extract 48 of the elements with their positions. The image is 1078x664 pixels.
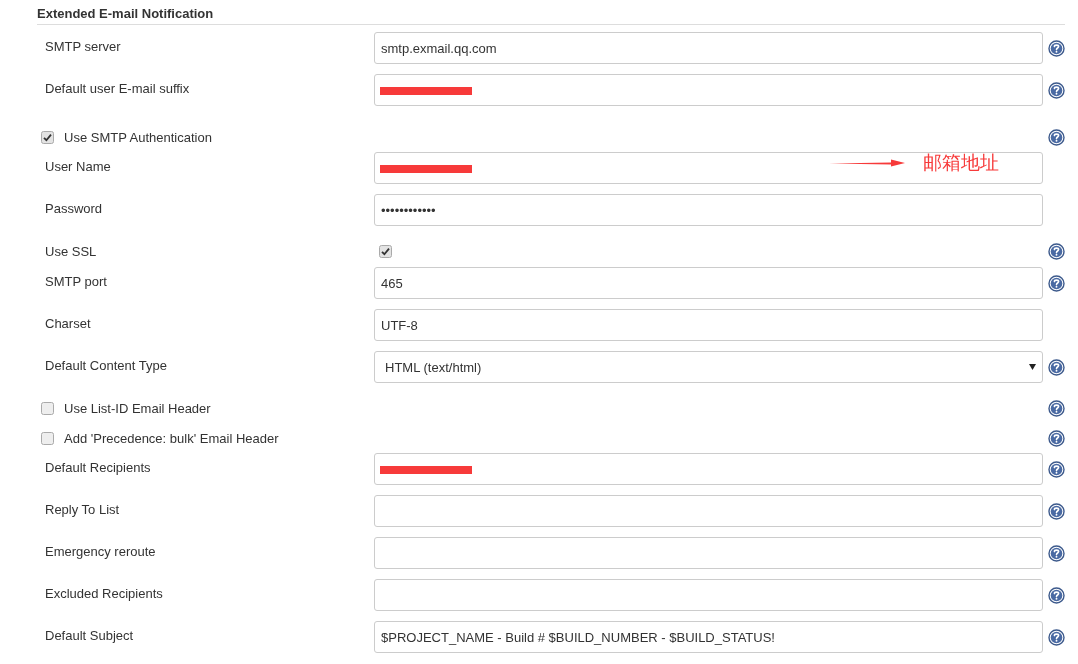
help-icon[interactable] xyxy=(1048,429,1065,447)
checkbox[interactable] xyxy=(41,130,54,144)
input-field[interactable] xyxy=(374,152,1043,184)
input-field[interactable] xyxy=(374,579,1043,611)
checkbox[interactable] xyxy=(41,431,54,445)
help-icon[interactable] xyxy=(1048,243,1065,260)
content-type-dropdown[interactable]: HTML (text/html) xyxy=(374,351,1043,383)
help-icon[interactable] xyxy=(1048,399,1065,417)
help-icon[interactable] xyxy=(1048,275,1065,292)
field-label: SMTP port xyxy=(45,273,107,289)
input-field[interactable] xyxy=(374,495,1043,527)
field-label: Excluded Recipients xyxy=(45,585,163,601)
section-title: Extended E-mail Notification xyxy=(37,5,214,23)
field-label: SMTP server xyxy=(45,38,121,54)
help-icon[interactable] xyxy=(1048,359,1065,376)
field-label: Default user E-mail suffix xyxy=(45,80,190,96)
field-label: Default Recipients xyxy=(45,459,151,475)
input-field[interactable] xyxy=(374,453,1043,485)
help-icon[interactable] xyxy=(1048,629,1065,646)
checkbox[interactable] xyxy=(41,401,54,415)
help-icon[interactable] xyxy=(1048,40,1065,57)
help-icon[interactable] xyxy=(1048,128,1065,146)
input-field[interactable]: $PROJECT_NAME - Build # $BUILD_NUMBER - $BUILD_STATUS! xyxy=(374,621,1043,653)
help-icon[interactable] xyxy=(1048,461,1065,478)
checkbox-label: Use SMTP Authentication xyxy=(64,129,212,145)
checkbox[interactable] xyxy=(379,245,392,258)
field-label: Charset xyxy=(45,315,91,331)
help-icon[interactable] xyxy=(1048,82,1065,99)
input-field[interactable]: 465 xyxy=(374,267,1043,299)
caret-icon xyxy=(1029,364,1036,370)
input-field[interactable] xyxy=(374,537,1043,569)
field-label: Default Content Type xyxy=(45,357,167,373)
input-field[interactable]: UTF-8 xyxy=(374,309,1043,341)
checkbox-label: Use List-ID Email Header xyxy=(64,400,211,416)
field-label: Default Subject xyxy=(45,627,134,643)
input-field[interactable]: •••••••••••• xyxy=(374,194,1043,226)
field-label: User Name xyxy=(45,158,111,174)
help-icon[interactable] xyxy=(1048,545,1065,562)
annotation-text: 邮箱地址 xyxy=(923,150,999,175)
field-label: Use SSL xyxy=(45,244,98,259)
help-icon[interactable] xyxy=(1048,587,1065,604)
input-field[interactable]: smtp.exmail.qq.com xyxy=(374,32,1043,64)
help-icon[interactable] xyxy=(1048,503,1065,520)
field-label: Password xyxy=(45,200,103,216)
field-label: Emergency reroute xyxy=(45,543,156,559)
checkbox-label: Add 'Precedence: bulk' Email Header xyxy=(64,430,279,446)
field-label: Reply To List xyxy=(45,501,120,517)
input-field[interactable] xyxy=(374,74,1043,106)
